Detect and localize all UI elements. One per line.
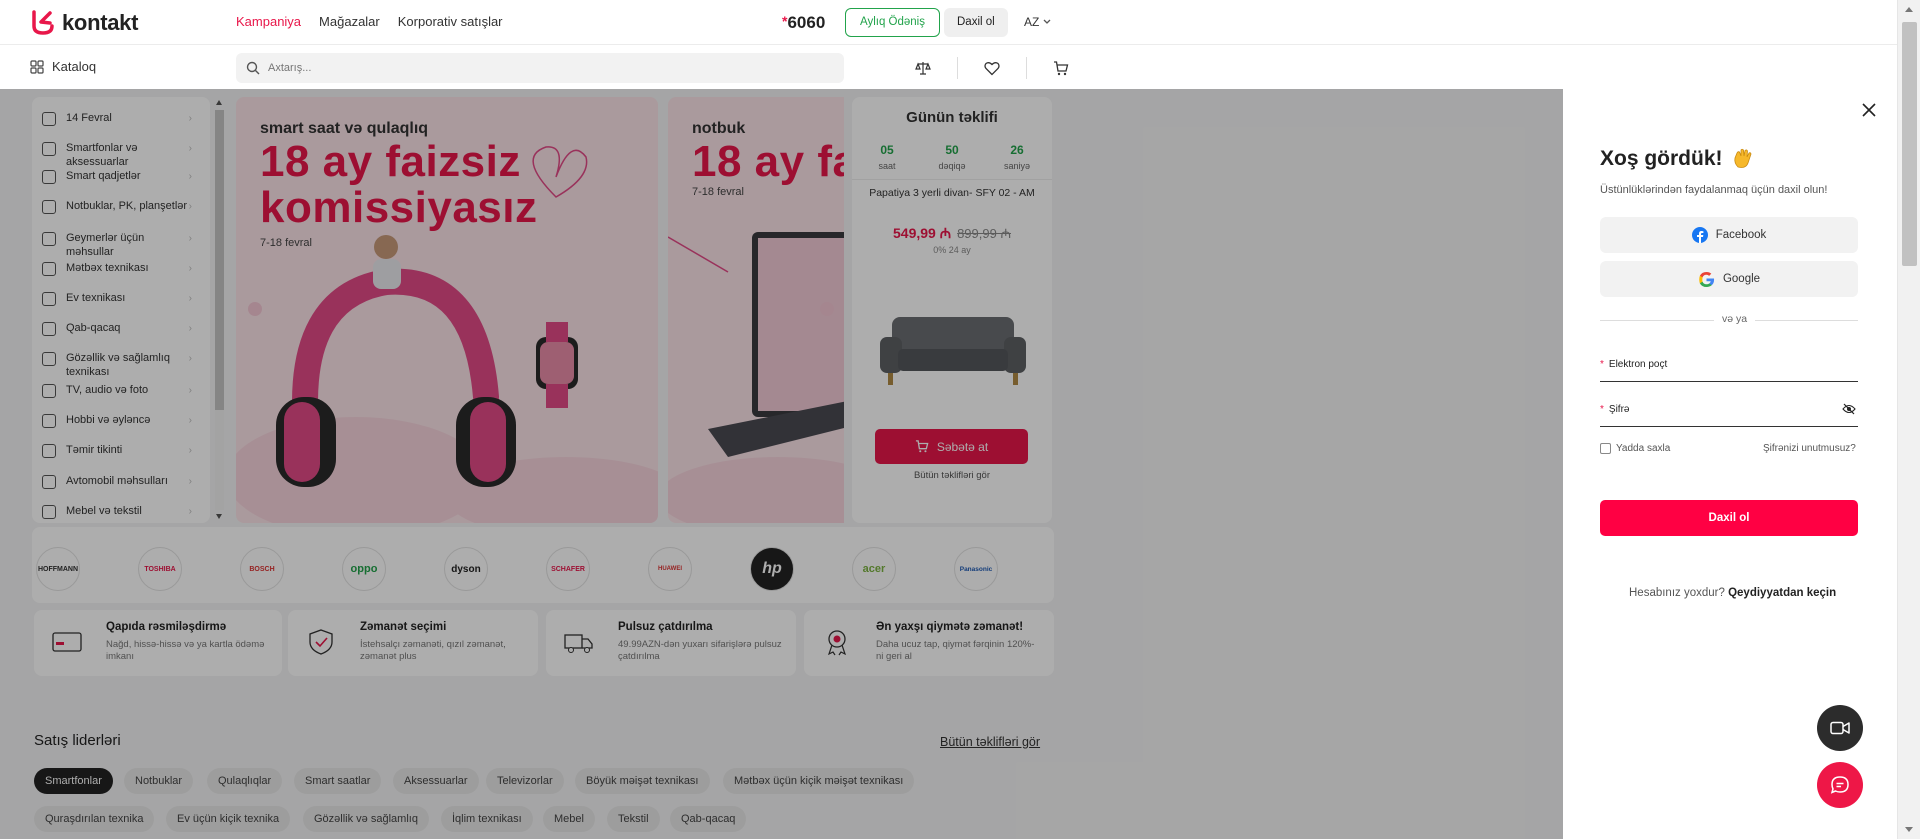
or-separator: və ya <box>1714 313 1756 325</box>
kontakt-logo-icon <box>32 10 54 35</box>
search-input[interactable] <box>268 62 768 74</box>
remember-me[interactable]: Yadda saxla <box>1600 443 1670 454</box>
hotline-number: 6060 <box>787 13 826 32</box>
chat-button[interactable] <box>1817 762 1863 808</box>
login-title: Xoş gördük! <box>1600 147 1755 171</box>
password-label: * Şifrə <box>1600 404 1629 415</box>
register-link[interactable]: Qeydiyyatdan keçin <box>1728 587 1836 599</box>
required-mark: * <box>1600 359 1604 370</box>
google-icon <box>1699 271 1715 287</box>
email-label: * Elektron poçt <box>1600 359 1667 370</box>
password-field[interactable]: * Şifrə <box>1600 401 1858 427</box>
facebook-login-button[interactable]: Facebook <box>1600 217 1858 253</box>
language-selector[interactable]: AZ <box>1024 15 1051 29</box>
register-prompt: Hesabınız yoxdur? Qeydiyyatdan keçin <box>1629 587 1836 599</box>
language-label: AZ <box>1024 15 1040 29</box>
waving-hand-icon <box>1733 148 1751 168</box>
chevron-down-icon <box>1043 19 1051 24</box>
top-header: kontakt Kampaniya Mağazalar Korporativ s… <box>0 0 1897 45</box>
google-label: Google <box>1722 273 1761 285</box>
login-title-text: Xoş gördük! <box>1600 147 1723 170</box>
cart-icon[interactable] <box>1053 60 1069 76</box>
no-account-text: Hesabınız yoxdur? <box>1629 587 1725 599</box>
catalog-label: Kataloq <box>52 59 97 74</box>
modal-backdrop[interactable] <box>0 89 1563 839</box>
email-field[interactable]: * Elektron poçt <box>1600 356 1858 382</box>
google-login-button[interactable]: Google <box>1600 261 1858 297</box>
header-login-button[interactable]: Daxil ol <box>944 8 1008 37</box>
chat-bubble-icon <box>1830 776 1849 794</box>
catalog-button[interactable]: Kataloq <box>30 59 96 74</box>
close-icon[interactable] <box>1860 101 1878 119</box>
monthly-payment-button[interactable]: Aylıq Ödəniş <box>845 8 940 37</box>
logo-text: kontakt <box>62 10 139 35</box>
required-mark: * <box>1600 404 1604 415</box>
divider <box>1026 57 1027 79</box>
hotline[interactable]: *6060 <box>782 13 825 33</box>
video-call-button[interactable] <box>1817 705 1863 751</box>
nav-kampaniya[interactable]: Kampaniya <box>236 14 301 29</box>
email-label-text: Elektron poçt <box>1608 359 1668 370</box>
search-icon <box>246 61 260 75</box>
login-submit-button[interactable]: Daxil ol <box>1600 500 1858 536</box>
eye-off-icon[interactable] <box>1842 403 1856 415</box>
page-scrollbar[interactable] <box>1897 0 1920 839</box>
video-camera-icon <box>1830 721 1850 735</box>
grid-icon <box>30 59 44 74</box>
logo[interactable]: kontakt <box>30 10 138 36</box>
facebook-label: Facebook <box>1715 229 1767 241</box>
sub-header: Kataloq <box>0 45 1897 89</box>
nav-magazalar[interactable]: Mağazalar <box>319 14 380 29</box>
password-label-text: Şifrə <box>1608 404 1630 415</box>
top-nav: Kampaniya Mağazalar Korporativ satışlar <box>236 14 503 29</box>
search-box <box>236 53 844 83</box>
scroll-up-arrow-icon[interactable] <box>1905 7 1913 12</box>
divider <box>957 57 958 79</box>
scrollbar-thumb[interactable] <box>1902 22 1917 266</box>
remember-checkbox[interactable] <box>1600 443 1611 454</box>
scroll-down-arrow-icon[interactable] <box>1905 827 1913 832</box>
sub-header-icons <box>915 57 1069 79</box>
login-subtitle: Üstünlüklərindən faydalanmaq üçün daxil … <box>1600 184 1828 196</box>
nav-korporativ[interactable]: Korporativ satışlar <box>398 14 503 29</box>
facebook-icon <box>1691 227 1708 243</box>
forgot-password-link[interactable]: Şifrənizi unutmusuz? <box>1763 443 1856 454</box>
remember-label: Yadda saxla <box>1616 443 1671 454</box>
compare-icon[interactable] <box>915 60 931 76</box>
heart-icon[interactable] <box>984 61 1000 76</box>
